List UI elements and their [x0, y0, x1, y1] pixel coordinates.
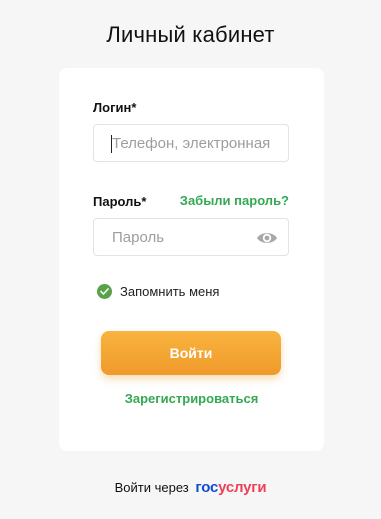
login-card: Логин* Пароль* Забыли пароль? Запомнить … [59, 68, 324, 451]
login-button[interactable]: Войти [101, 331, 281, 375]
remember-me-label: Запомнить меня [120, 284, 220, 299]
password-field-wrapper [93, 218, 289, 256]
eye-icon[interactable] [256, 230, 278, 246]
gosuslugi-login-link[interactable]: Войти через госуслуги [0, 479, 381, 496]
check-icon [97, 284, 112, 299]
login-field-wrapper [93, 124, 289, 162]
register-link[interactable]: Зарегистрироваться [59, 391, 324, 406]
password-label: Пароль* [93, 194, 147, 209]
login-input[interactable] [94, 125, 288, 161]
forgot-password-link[interactable]: Забыли пароль? [180, 193, 289, 208]
gosuslugi-logo: госуслуги [195, 479, 267, 496]
gosuslugi-prefix: Войти через [114, 480, 189, 495]
remember-me-checkbox[interactable]: Запомнить меня [97, 284, 219, 299]
text-caret [111, 135, 112, 153]
login-label: Логин* [93, 100, 137, 115]
page-title: Личный кабинет [106, 22, 275, 47]
